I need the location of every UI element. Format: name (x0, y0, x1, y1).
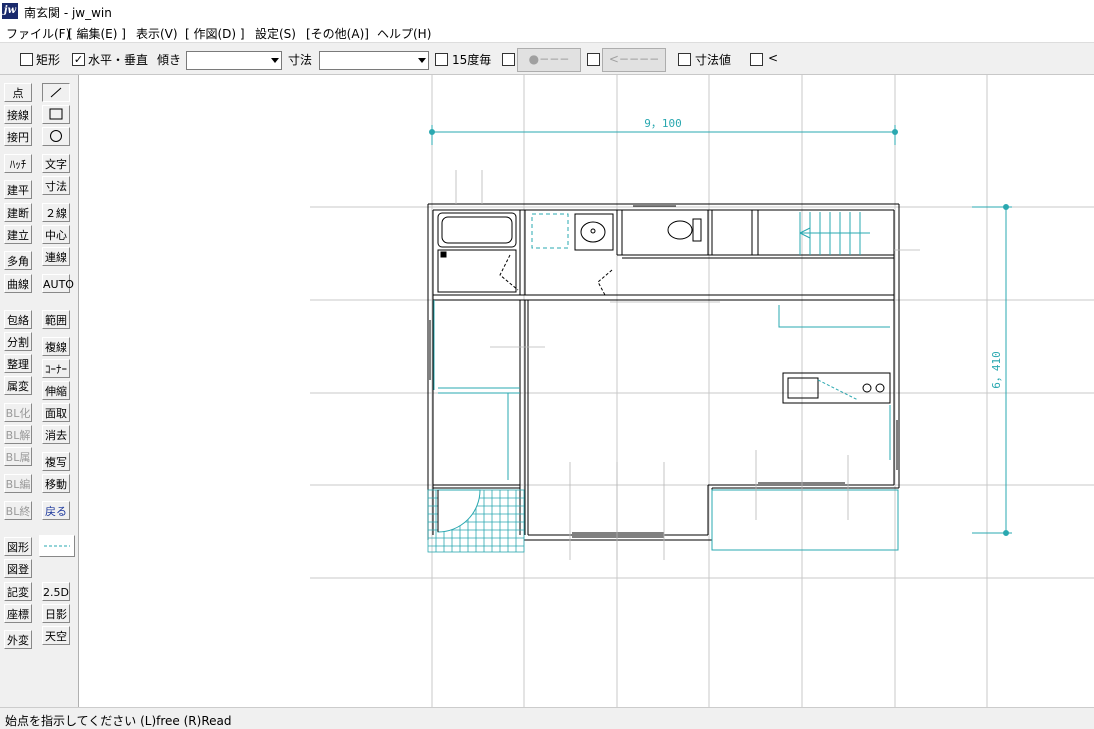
rect-label: 矩形 (36, 53, 61, 67)
menu-help[interactable]: ヘルプ(H) (377, 25, 431, 42)
tool-continuous-line[interactable]: 連線 (42, 247, 70, 266)
line-icon (50, 87, 62, 98)
line-type-selector[interactable] (39, 535, 75, 557)
tool-figure[interactable]: 図形 (4, 537, 32, 556)
drawing-canvas[interactable]: 9，100 6，410 (79, 75, 1094, 707)
chevron-down-icon (418, 58, 426, 63)
tool-auto[interactable]: AUTO (42, 274, 74, 293)
dimension-lines (429, 125, 1012, 536)
title-bar: jw 南玄関 - jw_win (0, 0, 1094, 22)
dim-select[interactable] (319, 51, 429, 70)
tool-external-change[interactable]: 外変 (4, 630, 32, 649)
tool-symbol-change[interactable]: 記変 (4, 582, 32, 601)
tool-arch-elevation[interactable]: 建立 (4, 225, 32, 244)
arrow-line-checkbox[interactable] (587, 53, 600, 66)
dot-line-checkbox[interactable] (502, 53, 515, 66)
tool-sun-shadow[interactable]: 日影 (42, 604, 70, 623)
tool-envelope[interactable]: 包絡 (4, 310, 32, 329)
tool-erase[interactable]: 消去 (42, 425, 70, 444)
floor-plan-drawing: 9，100 6，410 (310, 75, 1094, 707)
dashed-line-icon (44, 545, 70, 547)
tool-attr-change[interactable]: 属変 (4, 376, 32, 395)
line-toolbar: 矩形 ✓ 水平・垂直 傾き 寸法 15度毎 ●−−− <−−−− 寸法値 < (0, 44, 1094, 75)
tool-bl-make[interactable]: BL化 (4, 403, 32, 422)
door-swings (499, 254, 613, 296)
deg15-label: 15度毎 (452, 53, 492, 67)
toilet (667, 218, 702, 242)
slope-label: 傾き (157, 53, 182, 67)
menu-view[interactable]: 表示(V) (136, 25, 178, 42)
tool-range[interactable]: 範囲 (42, 310, 70, 329)
rect-checkbox[interactable] (20, 53, 33, 66)
dimval-checkbox[interactable] (678, 53, 691, 66)
window-title: 南玄関 - jw_win (24, 6, 112, 20)
tool-chamfer[interactable]: 面取 (42, 403, 70, 422)
menu-file[interactable]: ファイル(F) (6, 25, 70, 42)
washing-machine-space (531, 213, 569, 249)
tool-corner[interactable]: ｺｰﾅｰ (42, 359, 70, 378)
tool-arch-section[interactable]: 建断 (4, 203, 32, 222)
dimval-label: 寸法値 (695, 53, 732, 67)
hv-checkbox[interactable]: ✓ (72, 53, 85, 66)
tool-center-line[interactable]: 中心線 (42, 225, 70, 261)
rectangle-icon (49, 108, 63, 120)
kitchen-counter (782, 372, 891, 404)
menu-settings[interactable]: 設定(S) (255, 25, 296, 42)
tool-2-5d[interactable]: 2.5D (42, 582, 70, 601)
tool-circle[interactable] (42, 127, 70, 146)
menu-draw[interactable]: [ 作図(D) ] (185, 25, 245, 42)
tool-figure-register[interactable]: 図登 (4, 559, 32, 578)
lt-label: < (768, 51, 779, 65)
circle-icon (50, 130, 62, 142)
tool-move[interactable]: 移動 (42, 474, 70, 493)
tool-dimension[interactable]: 寸法 (42, 176, 70, 195)
tool-organize[interactable]: 整理 (4, 354, 32, 373)
menu-bar: ファイル(F) [ 編集(E) ] 表示(V) [ 作図(D) ] 設定(S) … (0, 22, 1094, 43)
tool-sky[interactable]: 天空 (42, 626, 70, 645)
tool-coordinate[interactable]: 座標 (4, 604, 32, 623)
tool-tangent-line[interactable]: 接線 (4, 105, 32, 124)
windows (429, 203, 898, 538)
menu-edit[interactable]: [ 編集(E) ] (68, 25, 126, 42)
status-bar: 始点を指示してください (L)free (R)Read (0, 707, 1094, 729)
tool-line[interactable] (42, 83, 70, 102)
cyan-outlines (433, 300, 899, 551)
tool-offset[interactable]: 複線 (42, 337, 70, 356)
height-dimension-text: 6，410 (990, 351, 1003, 389)
tool-tangent-circle[interactable]: 接円 (4, 127, 32, 146)
arrow-line-button[interactable]: <−−−− (602, 48, 666, 72)
tool-stretch[interactable]: 伸縮 (42, 381, 70, 400)
deg15-checkbox[interactable] (435, 53, 448, 66)
tool-undo[interactable]: 戻る (42, 501, 70, 520)
tool-text[interactable]: 文字 (42, 154, 70, 173)
status-message: 始点を指示してください (L)free (R)Read (5, 714, 232, 728)
tool-bl-release[interactable]: BL解 (4, 425, 32, 444)
tool-point[interactable]: 点 (4, 83, 32, 102)
tool-rectangle[interactable] (42, 105, 70, 124)
tool-double-line[interactable]: ２線 (42, 203, 70, 222)
tool-panel: 点 接線 接円 ﾊｯﾁ 建平 建断 建立 多角形 曲線 包絡 分割 整理 属変 … (0, 75, 79, 707)
tool-copy[interactable]: 複写 (42, 452, 70, 471)
bathtub (437, 212, 517, 293)
washbasin (574, 213, 614, 251)
tool-curve[interactable]: 曲線 (4, 274, 32, 293)
tool-bl-edit[interactable]: BL編 (4, 474, 32, 493)
tool-bl-attr[interactable]: BL属 (4, 447, 32, 466)
stairs (799, 212, 870, 255)
chevron-down-icon (271, 58, 279, 63)
slope-select[interactable] (186, 51, 282, 70)
menu-other[interactable]: [その他(A)] (306, 25, 369, 42)
hv-label: 水平・垂直 (88, 53, 149, 67)
tool-arch-plan[interactable]: 建平 (4, 180, 32, 199)
tool-hatch[interactable]: ﾊｯﾁ (4, 154, 32, 173)
lt-checkbox[interactable] (750, 53, 763, 66)
tool-divide[interactable]: 分割 (4, 332, 32, 351)
tool-polygon[interactable]: 多角形 (4, 251, 32, 287)
dot-line-button[interactable]: ●−−− (517, 48, 581, 72)
dim-label: 寸法 (288, 53, 313, 67)
tool-bl-end[interactable]: BL終 (4, 501, 32, 520)
width-dimension-text: 9，100 (644, 117, 682, 130)
entrance-door (437, 489, 481, 533)
app-icon: jw (2, 3, 18, 19)
